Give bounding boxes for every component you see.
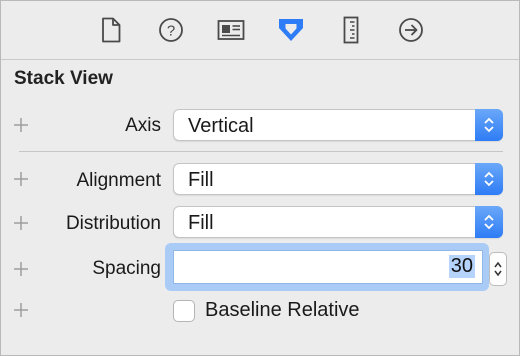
add-variation-plus-icon[interactable] xyxy=(11,259,31,279)
spacing-value: 30 xyxy=(448,255,475,278)
baseline-relative-label[interactable]: Baseline Relative xyxy=(205,299,360,322)
chevron-up-down-icon xyxy=(475,206,503,238)
connections-inspector-icon[interactable] xyxy=(397,16,425,44)
section-title: Stack View xyxy=(14,68,113,89)
alignment-popup[interactable]: Fill xyxy=(173,163,503,195)
alignment-label: Alignment xyxy=(76,170,162,191)
attributes-inspector-icon[interactable] xyxy=(277,16,305,44)
distribution-label: Distribution xyxy=(65,213,161,234)
alignment-value: Fill xyxy=(188,169,214,191)
axis-popup[interactable]: Vertical xyxy=(173,109,503,141)
section-divider xyxy=(19,151,503,152)
distribution-row: Distribution Fill xyxy=(1,205,519,241)
distribution-value: Fill xyxy=(188,212,214,234)
svg-text:?: ? xyxy=(167,23,175,40)
identity-inspector-icon[interactable] xyxy=(217,16,245,44)
size-inspector-icon[interactable] xyxy=(337,16,365,44)
quick-help-icon[interactable]: ? xyxy=(157,16,185,44)
file-inspector-icon[interactable] xyxy=(97,16,125,44)
chevron-up-down-icon xyxy=(494,261,502,277)
inspector-panel: ? Stack View Axis Vertical Alignment Fil… xyxy=(0,0,520,356)
add-variation-plus-icon[interactable] xyxy=(11,169,31,189)
add-variation-plus-icon[interactable] xyxy=(11,300,31,320)
axis-value: Vertical xyxy=(188,115,254,137)
alignment-row: Alignment Fill xyxy=(1,162,519,198)
spacing-stepper[interactable] xyxy=(489,252,507,286)
distribution-popup[interactable]: Fill xyxy=(173,206,503,238)
chevron-up-down-icon xyxy=(475,163,503,195)
baseline-relative-checkbox[interactable] xyxy=(173,300,195,322)
axis-label: Axis xyxy=(125,115,161,136)
add-variation-plus-icon[interactable] xyxy=(11,213,31,233)
spacing-input[interactable]: 30 xyxy=(173,250,483,284)
inspector-toolbar: ? xyxy=(1,1,519,60)
add-variation-plus-icon[interactable] xyxy=(11,115,31,135)
spacing-label: Spacing xyxy=(92,258,161,279)
axis-row: Axis Vertical xyxy=(1,108,519,144)
chevron-up-down-icon xyxy=(475,109,503,141)
